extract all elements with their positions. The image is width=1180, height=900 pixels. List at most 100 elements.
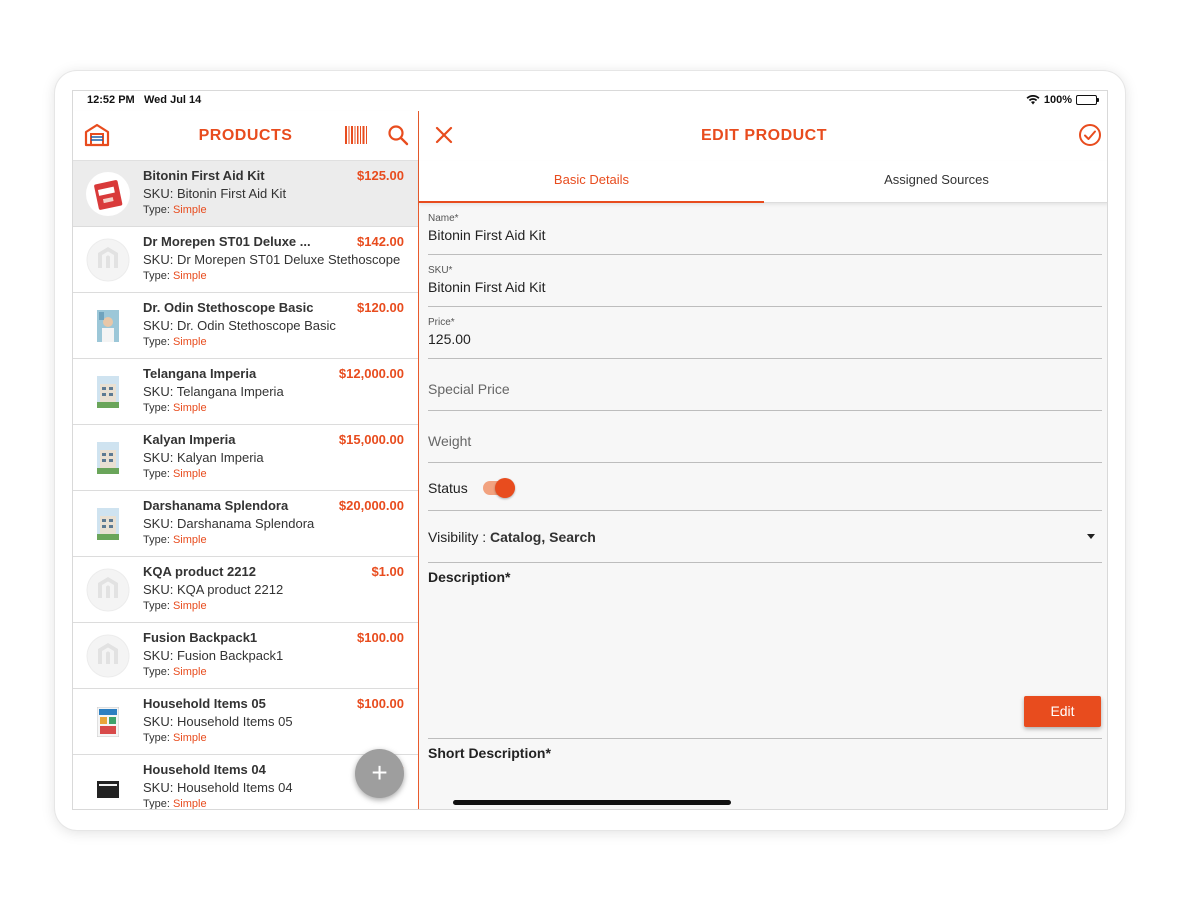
status-row: Status (428, 463, 1102, 511)
description-section: Description* Edit (428, 563, 1102, 739)
app-screen: 12:52 PM Wed Jul 14 100% PRODUCTS Bitoni… (72, 90, 1108, 810)
product-sku: SKU: Kalyan Imperia (143, 450, 264, 465)
sku-value[interactable]: Bitonin First Aid Kit (428, 279, 546, 295)
name-field[interactable]: Name* Bitonin First Aid Kit (428, 203, 1102, 255)
edit-description-button[interactable]: Edit (1024, 696, 1101, 727)
product-price: $100.00 (357, 630, 404, 645)
product-type: Type: Simple (143, 270, 207, 282)
product-thumbnail (86, 238, 130, 282)
product-sku: SKU: Telangana Imperia (143, 384, 284, 399)
product-name: KQA product 2212 (143, 564, 256, 579)
product-type-value: Simple (172, 468, 207, 480)
product-type-value: Simple (172, 534, 207, 546)
visibility-select[interactable]: Visibility : Catalog, Search (428, 511, 1102, 563)
tab-assigned-sources[interactable]: Assigned Sources (764, 161, 1107, 203)
product-name: Dr. Odin Stethoscope Basic (143, 300, 314, 315)
product-price: $100.00 (357, 696, 404, 711)
product-price: $142.00 (357, 234, 404, 249)
product-type-value: Simple (172, 666, 207, 678)
edit-product-pane: EDIT PRODUCT Basic Details Assigned Sour… (419, 111, 1107, 809)
status-indicators: 100% (1026, 94, 1099, 106)
product-type: Type: Simple (143, 204, 207, 216)
product-sku: SKU: Dr Morepen ST01 Deluxe Stethoscope (143, 252, 401, 267)
product-thumbnail (86, 568, 130, 612)
edit-product-header: EDIT PRODUCT (419, 111, 1107, 161)
short-description-section: Short Description* (428, 739, 1102, 799)
product-type-value: Simple (172, 600, 207, 612)
product-form: Name* Bitonin First Aid Kit SKU* Bitonin… (428, 203, 1102, 799)
product-type: Type: Simple (143, 402, 207, 414)
product-name: Household Items 04 (143, 762, 266, 777)
product-name: Telangana Imperia (143, 366, 257, 381)
product-sku: SKU: Bitonin First Aid Kit (143, 186, 287, 201)
product-name: Fusion Backpack1 (143, 630, 258, 645)
product-type-value: Simple (172, 204, 207, 216)
product-list-item[interactable]: Bitonin First Aid Kit $125.00 SKU: Bitonin… (73, 161, 418, 227)
add-product-button[interactable]: + (355, 749, 404, 798)
product-type: Type: Simple (143, 534, 207, 546)
description-label: Description* (428, 569, 511, 585)
tab-basic-details[interactable]: Basic Details (419, 161, 764, 203)
price-value[interactable]: 125.00 (428, 331, 471, 347)
product-price: $1.00 (371, 564, 404, 579)
product-thumbnail (86, 172, 130, 216)
product-list-item[interactable]: Household Items 05 $100.00 SKU: Household … (73, 689, 418, 755)
chevron-down-icon[interactable] (1087, 534, 1095, 539)
home-indicator (453, 800, 731, 805)
product-list-item[interactable]: Fusion Backpack1 $100.00 SKU: Fusion Backp… (73, 623, 418, 689)
search-icon[interactable] (387, 124, 409, 146)
name-value[interactable]: Bitonin First Aid Kit (428, 227, 546, 243)
product-type-value: Simple (172, 402, 207, 414)
products-header: PRODUCTS (73, 111, 418, 161)
product-type-value: Simple (172, 798, 207, 810)
barcode-icon[interactable] (345, 125, 367, 145)
product-name: Bitonin First Aid Kit (143, 168, 265, 183)
status-time: 12:52 PM (87, 94, 135, 106)
product-type-value: Simple (172, 732, 207, 744)
product-price: $120.00 (357, 300, 404, 315)
edit-product-title: EDIT PRODUCT (701, 127, 827, 144)
weight-field[interactable]: Weight (428, 411, 1102, 463)
product-name: Dr Morepen ST01 Deluxe ... (143, 234, 311, 249)
product-list-item[interactable]: Telangana Imperia $12,000.00 SKU: Telangan… (73, 359, 418, 425)
product-type: Type: Simple (143, 732, 207, 744)
product-sku: SKU: Darshanama Splendora (143, 516, 315, 531)
price-field[interactable]: Price* 125.00 (428, 307, 1102, 359)
product-list-item[interactable]: KQA product 2212 $1.00 SKU: KQA product 22… (73, 557, 418, 623)
short-description-label: Short Description* (428, 745, 551, 761)
product-list: Bitonin First Aid Kit $125.00 SKU: Bitonin… (73, 161, 418, 810)
product-type: Type: Simple (143, 666, 207, 678)
wifi-icon (1026, 95, 1040, 105)
product-thumbnail (86, 700, 130, 744)
product-name: Household Items 05 (143, 696, 266, 711)
status-bar: 12:52 PM Wed Jul 14 100% (73, 91, 1107, 111)
product-sku: SKU: Household Items 04 (143, 780, 293, 795)
product-type-value: Simple (172, 270, 207, 282)
price-label: Price* (428, 317, 455, 328)
product-list-item[interactable]: Darshanama Splendora $20,000.00 SKU: Darsh… (73, 491, 418, 557)
status-label: Status (428, 480, 468, 496)
product-type-value: Simple (172, 336, 207, 348)
status-toggle-knob[interactable] (495, 478, 515, 498)
product-thumbnail (86, 634, 130, 678)
product-price: $15,000.00 (338, 432, 404, 447)
product-type: Type: Simple (143, 798, 207, 810)
product-sku: SKU: Household Items 05 (143, 714, 293, 729)
weight-placeholder: Weight (428, 433, 472, 449)
product-name: Darshanama Splendora (143, 498, 289, 513)
product-name: Kalyan Imperia (143, 432, 236, 447)
product-sku: SKU: KQA product 2212 (143, 582, 284, 597)
visibility-label: Visibility : Catalog, Search (428, 529, 596, 545)
product-thumbnail (86, 370, 130, 414)
edit-tabs: Basic Details Assigned Sources (419, 161, 1107, 203)
product-thumbnail (86, 766, 130, 809)
sku-field[interactable]: SKU* Bitonin First Aid Kit (428, 255, 1102, 307)
special-price-field[interactable]: Special Price (428, 359, 1102, 411)
product-list-item[interactable]: Dr. Odin Stethoscope Basic $120.00 SKU: Dr… (73, 293, 418, 359)
check-circle-icon[interactable] (1078, 123, 1102, 147)
product-thumbnail (86, 502, 130, 546)
product-list-item[interactable]: Kalyan Imperia $15,000.00 SKU: Kalyan Impe… (73, 425, 418, 491)
product-type: Type: Simple (143, 468, 207, 480)
product-sku: SKU: Dr. Odin Stethoscope Basic (143, 318, 336, 333)
product-list-item[interactable]: Dr Morepen ST01 Deluxe ... $142.00 SKU: Dr… (73, 227, 418, 293)
